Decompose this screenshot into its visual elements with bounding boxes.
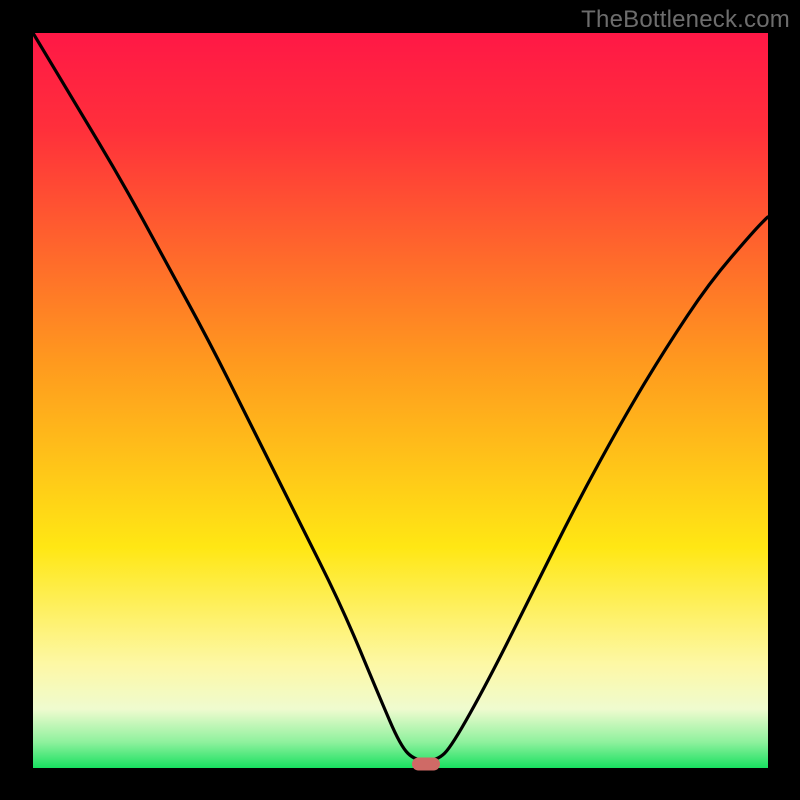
optimum-marker — [412, 758, 440, 771]
bottleneck-curve — [33, 33, 768, 768]
chart-frame: TheBottleneck.com — [0, 0, 800, 800]
watermark-text: TheBottleneck.com — [581, 6, 790, 34]
plot-area — [33, 33, 768, 768]
